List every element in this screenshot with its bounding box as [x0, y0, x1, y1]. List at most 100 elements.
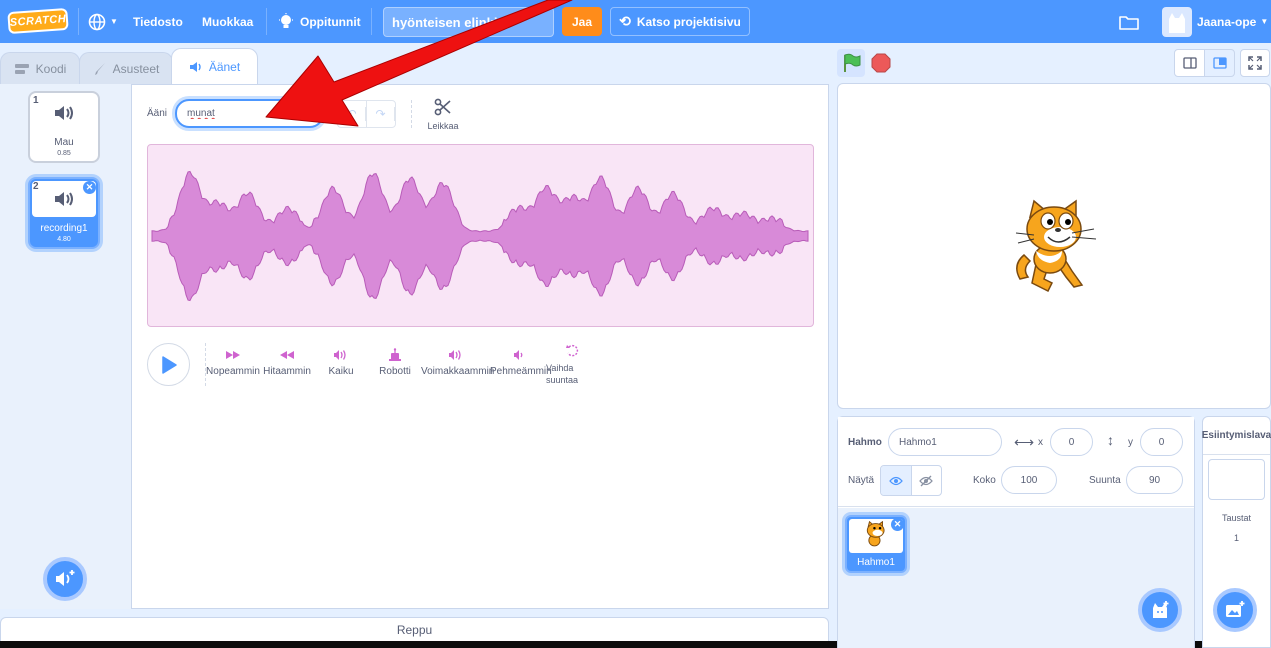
- effect-label: Kaiku: [328, 366, 354, 377]
- effect-reverse-button[interactable]: Vaihda suuntaa: [546, 340, 602, 386]
- code-blocks-icon: [14, 63, 29, 74]
- direction-input[interactable]: [1126, 466, 1183, 494]
- sound-name-input[interactable]: [175, 99, 324, 128]
- effect-label: Voimakkaammin: [421, 366, 495, 377]
- hide-sprite-button[interactable]: [912, 466, 942, 495]
- effect-faster-button[interactable]: Nopeammin: [206, 344, 260, 377]
- stop-button[interactable]: [869, 51, 893, 75]
- tutorials-label: Oppitunnit: [300, 14, 361, 29]
- redo-button[interactable]: ↷: [367, 101, 395, 127]
- stage-target-title: Esiintymislava: [1202, 417, 1271, 455]
- speaker-icon: [55, 192, 73, 206]
- undo-button[interactable]: ↶: [338, 101, 367, 127]
- x-position-input[interactable]: [1050, 428, 1093, 456]
- add-sprite-icon: [1153, 601, 1169, 618]
- backdrops-count: 1: [1233, 533, 1239, 543]
- sprite-label: Hahmo: [848, 437, 882, 448]
- project-title-input[interactable]: [383, 7, 554, 37]
- speaker-icon: [189, 61, 201, 72]
- user-menu[interactable]: Jaana-ope ▼: [1197, 0, 1268, 43]
- small-stage-button[interactable]: [1174, 49, 1205, 77]
- scissors-icon: [434, 98, 451, 116]
- play-sound-button[interactable]: [147, 343, 190, 386]
- username: Jaana-ope: [1197, 14, 1257, 29]
- file-menu[interactable]: Tiedosto: [133, 0, 183, 43]
- brush-icon: [94, 62, 105, 75]
- x-arrows-icon: ⟷: [1014, 434, 1035, 450]
- see-project-label: Katso projektisivu: [636, 14, 741, 29]
- small-stage-icon: [1182, 57, 1197, 69]
- sprite-thumbnail[interactable]: ✕ Hahmo1: [845, 515, 907, 573]
- effect-louder-button[interactable]: Voimakkaammin: [421, 344, 495, 377]
- chevron-down-icon: ▼: [1260, 17, 1269, 26]
- fullscreen-button[interactable]: [1240, 49, 1270, 77]
- effect-echo-button[interactable]: Kaiku: [322, 344, 360, 377]
- chevron-down-icon: ▼: [110, 17, 118, 26]
- add-sprite-button[interactable]: [1138, 588, 1182, 632]
- share-button[interactable]: Jaa: [562, 7, 602, 36]
- add-sound-icon: [56, 570, 75, 586]
- size-label: Koko: [973, 475, 996, 486]
- waveform-shape: [151, 170, 809, 302]
- delete-sprite-icon[interactable]: ✕: [891, 518, 904, 531]
- user-avatar[interactable]: [1162, 7, 1192, 37]
- delete-sound-icon[interactable]: ✕: [83, 181, 96, 194]
- tab-code-label: Koodi: [35, 61, 67, 76]
- undo-redo-group: ↶ ↷: [337, 100, 396, 128]
- my-stuff-button[interactable]: [1119, 0, 1139, 43]
- globe-icon: [88, 13, 106, 30]
- sprite-name-input[interactable]: [888, 428, 1002, 456]
- language-menu[interactable]: ▼: [88, 0, 118, 43]
- trim-label: Leikkaa: [427, 121, 459, 131]
- show-sprite-button[interactable]: [881, 466, 912, 495]
- tab-costumes[interactable]: Asusteet: [79, 52, 173, 84]
- tab-sounds[interactable]: Äänet: [171, 48, 258, 84]
- sprite-name: Hahmo1: [857, 557, 895, 568]
- waveform-path: [151, 170, 809, 302]
- scratch-logo[interactable]: SCRATCH: [7, 7, 69, 35]
- tab-sounds-label: Äänet: [208, 59, 241, 74]
- show-label: Näytä: [848, 475, 875, 486]
- undo-icon: ↶: [338, 107, 366, 121]
- x-label: x: [1038, 437, 1043, 448]
- sound-name-label: Ääni: [147, 108, 168, 119]
- sound-tile-selected[interactable]: 2 ✕ recording1 4.80: [28, 177, 100, 249]
- play-icon: [161, 355, 177, 374]
- size-input[interactable]: [1001, 466, 1057, 494]
- sound-tile[interactable]: 1 Mau 0.85: [28, 91, 100, 163]
- tab-costumes-label: Asusteet: [112, 61, 160, 76]
- backpack-bar[interactable]: Reppu: [0, 617, 829, 643]
- effect-softer-button[interactable]: Pehmeämmin: [490, 344, 552, 377]
- tutorials-button[interactable]: Oppitunnit: [278, 0, 361, 43]
- green-flag-button[interactable]: [837, 49, 865, 77]
- eye-icon: [888, 476, 903, 485]
- normal-stage-button[interactable]: [1204, 49, 1235, 77]
- add-backdrop-button[interactable]: [1213, 588, 1257, 632]
- y-position-input[interactable]: [1140, 428, 1183, 456]
- see-project-page-button[interactable]: ⟲ Katso projektisivu: [610, 7, 750, 36]
- tab-code[interactable]: Koodi: [0, 52, 80, 84]
- softer-icon: [490, 344, 548, 366]
- effect-label: Robotti: [379, 366, 411, 377]
- menu-divider: [266, 8, 267, 35]
- normal-stage-icon: [1212, 57, 1227, 69]
- add-sound-button[interactable]: [43, 557, 87, 601]
- speaker-icon: [55, 106, 73, 120]
- sound-name: recording1: [40, 223, 88, 234]
- sound-duration: 4.80: [57, 236, 71, 243]
- waveform-display[interactable]: [147, 144, 814, 327]
- sound-name: Mau: [54, 137, 74, 148]
- sound-icon-area: [32, 95, 96, 131]
- remix-icon: ⟲: [619, 13, 631, 29]
- stage-canvas[interactable]: [837, 83, 1271, 409]
- effect-label: Hitaammin: [263, 366, 311, 377]
- eye-crossed-icon: [919, 475, 934, 486]
- cat-sprite[interactable]: [1010, 199, 1100, 295]
- effect-slower-button[interactable]: Hitaammin: [262, 344, 312, 377]
- green-flag-icon: [844, 53, 861, 72]
- menu-divider: [78, 8, 79, 35]
- edit-menu[interactable]: Muokkaa: [202, 0, 253, 43]
- folder-icon: [1119, 15, 1139, 30]
- effect-robot-button[interactable]: Robotti: [374, 344, 416, 377]
- trim-button[interactable]: Leikkaa: [423, 98, 463, 131]
